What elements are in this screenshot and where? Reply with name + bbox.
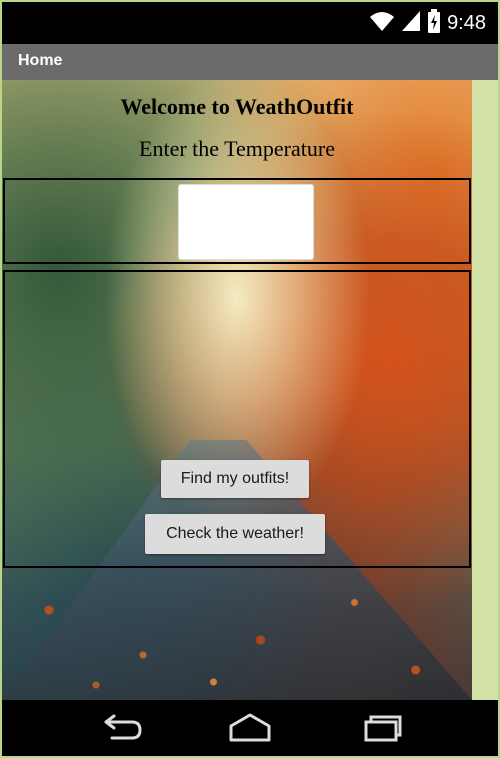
status-bar: 9:48 <box>2 2 498 44</box>
navigation-bar <box>2 700 498 756</box>
battery-icon <box>427 8 441 38</box>
check-weather-button[interactable]: Check the weather! <box>145 514 325 554</box>
home-icon[interactable] <box>226 712 274 744</box>
temperature-prompt: Enter the Temperature <box>139 136 335 161</box>
device-frame: 9:48 Home Welcome to WeathOutfit Enter t… <box>0 0 500 758</box>
clock-time: 9:48 <box>447 12 486 34</box>
side-strip <box>472 80 498 700</box>
wifi-icon <box>369 10 395 37</box>
signal-icon <box>401 10 421 37</box>
temperature-input[interactable] <box>178 184 314 260</box>
back-icon[interactable] <box>98 712 146 744</box>
welcome-heading: Welcome to WeathOutfit <box>120 94 354 119</box>
recent-apps-icon[interactable] <box>356 712 404 744</box>
app-bar: Home <box>2 44 498 80</box>
app-title: Home <box>18 52 63 69</box>
status-icons: 9:48 <box>369 8 486 38</box>
fallen-leaves <box>2 550 472 700</box>
find-outfits-button[interactable]: Find my outfits! <box>161 460 309 498</box>
